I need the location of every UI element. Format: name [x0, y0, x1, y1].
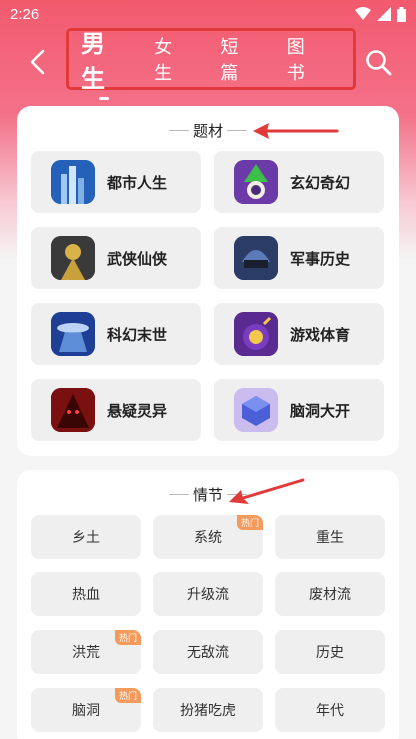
genres-title-text: 题材: [192, 122, 223, 140]
genre-label: 科幻末世: [107, 325, 168, 344]
skull-bomb-icon: [234, 312, 278, 356]
plot-tag[interactable]: 升级流: [153, 572, 263, 616]
plot-tag[interactable]: 废材流: [275, 572, 385, 616]
genre-label: 游戏体育: [290, 325, 351, 344]
plot-tag[interactable]: 热血: [31, 572, 141, 616]
genre-wuxia[interactable]: 武侠仙侠: [31, 227, 201, 289]
plot-label: 废材流: [309, 587, 351, 603]
city-skyline-icon: [51, 160, 95, 204]
hot-badge: 热门: [114, 688, 141, 703]
search-button[interactable]: [364, 48, 394, 78]
cube-icon: [234, 388, 278, 432]
plot-label: 重生: [316, 530, 344, 546]
search-icon: [366, 50, 392, 76]
plot-label: 系统: [194, 530, 222, 546]
demon-icon: [51, 388, 95, 432]
genre-scifi[interactable]: 科幻末世: [31, 303, 201, 365]
genre-imagination[interactable]: 脑洞大开: [214, 379, 384, 441]
status-bar: 2:26: [0, 0, 416, 28]
plot-tag[interactable]: 洪荒 热门: [31, 630, 141, 674]
tab-books[interactable]: 图书: [287, 33, 319, 85]
genre-military[interactable]: 军事历史: [214, 227, 384, 289]
plot-tag[interactable]: 重生: [275, 515, 385, 559]
plot-tag[interactable]: 系统 热门: [153, 515, 263, 559]
plot-tag[interactable]: 历史: [275, 630, 385, 674]
plots-card: 情节 乡土 系统 热门 重生 热血 升级流 废材流 洪荒 热门 无敌流 历史 脑洞热…: [17, 470, 399, 739]
wifi-icon: [355, 7, 371, 20]
genre-games[interactable]: 游戏体育: [214, 303, 384, 365]
helmet-icon: [234, 236, 278, 280]
plot-tag[interactable]: 脑洞 热门: [31, 688, 141, 732]
plot-label: 无敌流: [187, 645, 229, 661]
back-button[interactable]: [22, 44, 52, 80]
genres-card: 题材 都市人生 玄幻奇幻 武侠仙侠 军事历史 科幻末世 游戏体育 悬疑灵异 脑洞…: [17, 106, 399, 456]
plot-label: 升级流: [187, 587, 229, 603]
plot-label: 历史: [316, 645, 344, 661]
plots-title-text: 情节: [192, 486, 223, 504]
plot-label: 年代: [316, 703, 344, 719]
genre-label: 悬疑灵异: [107, 401, 168, 420]
tab-male[interactable]: 男生: [81, 24, 124, 100]
tab-female[interactable]: 女生: [154, 33, 186, 85]
annotation-arrow: [253, 123, 339, 139]
genre-label: 武侠仙侠: [107, 249, 168, 268]
genre-label: 玄幻奇幻: [290, 173, 351, 192]
genres-title: 题材: [17, 120, 399, 141]
genre-label: 军事历史: [290, 249, 351, 268]
tab-short[interactable]: 短篇: [220, 33, 252, 85]
ufo-icon: [51, 312, 95, 356]
plot-label: 乡土: [72, 530, 100, 546]
status-time: 2:26: [10, 5, 40, 23]
genre-urban[interactable]: 都市人生: [31, 151, 201, 213]
genre-fantasy[interactable]: 玄幻奇幻: [214, 151, 384, 213]
genre-label: 脑洞大开: [290, 401, 351, 420]
status-icons: [355, 6, 406, 22]
genre-label: 都市人生: [107, 173, 168, 192]
plots-title: 情节: [17, 484, 399, 505]
plot-tag[interactable]: 乡土: [31, 515, 141, 559]
plot-tag[interactable]: 年代: [275, 688, 385, 732]
category-tabs: 男生 女生 短篇 图书: [66, 28, 356, 100]
plot-label: 热血: [72, 587, 100, 603]
plot-label: 洪荒: [72, 645, 100, 661]
plot-tag[interactable]: 无敌流: [153, 630, 263, 674]
annotation-arrow: [229, 478, 305, 504]
hot-badge: 热门: [114, 630, 141, 645]
plot-tag[interactable]: 扮猪吃虎: [153, 688, 263, 732]
genre-mystery[interactable]: 悬疑灵异: [31, 379, 201, 441]
warrior-icon: [51, 236, 95, 280]
hot-badge: 热门: [236, 515, 263, 530]
signal-icon: [377, 7, 391, 21]
plot-label: 脑洞: [72, 703, 100, 719]
chevron-left-icon: [30, 49, 45, 75]
plot-label: 扮猪吃虎: [180, 703, 236, 719]
wizard-hat-icon: [234, 160, 278, 204]
battery-icon: [397, 6, 406, 22]
top-nav: 男生 女生 短篇 图书: [0, 28, 416, 100]
